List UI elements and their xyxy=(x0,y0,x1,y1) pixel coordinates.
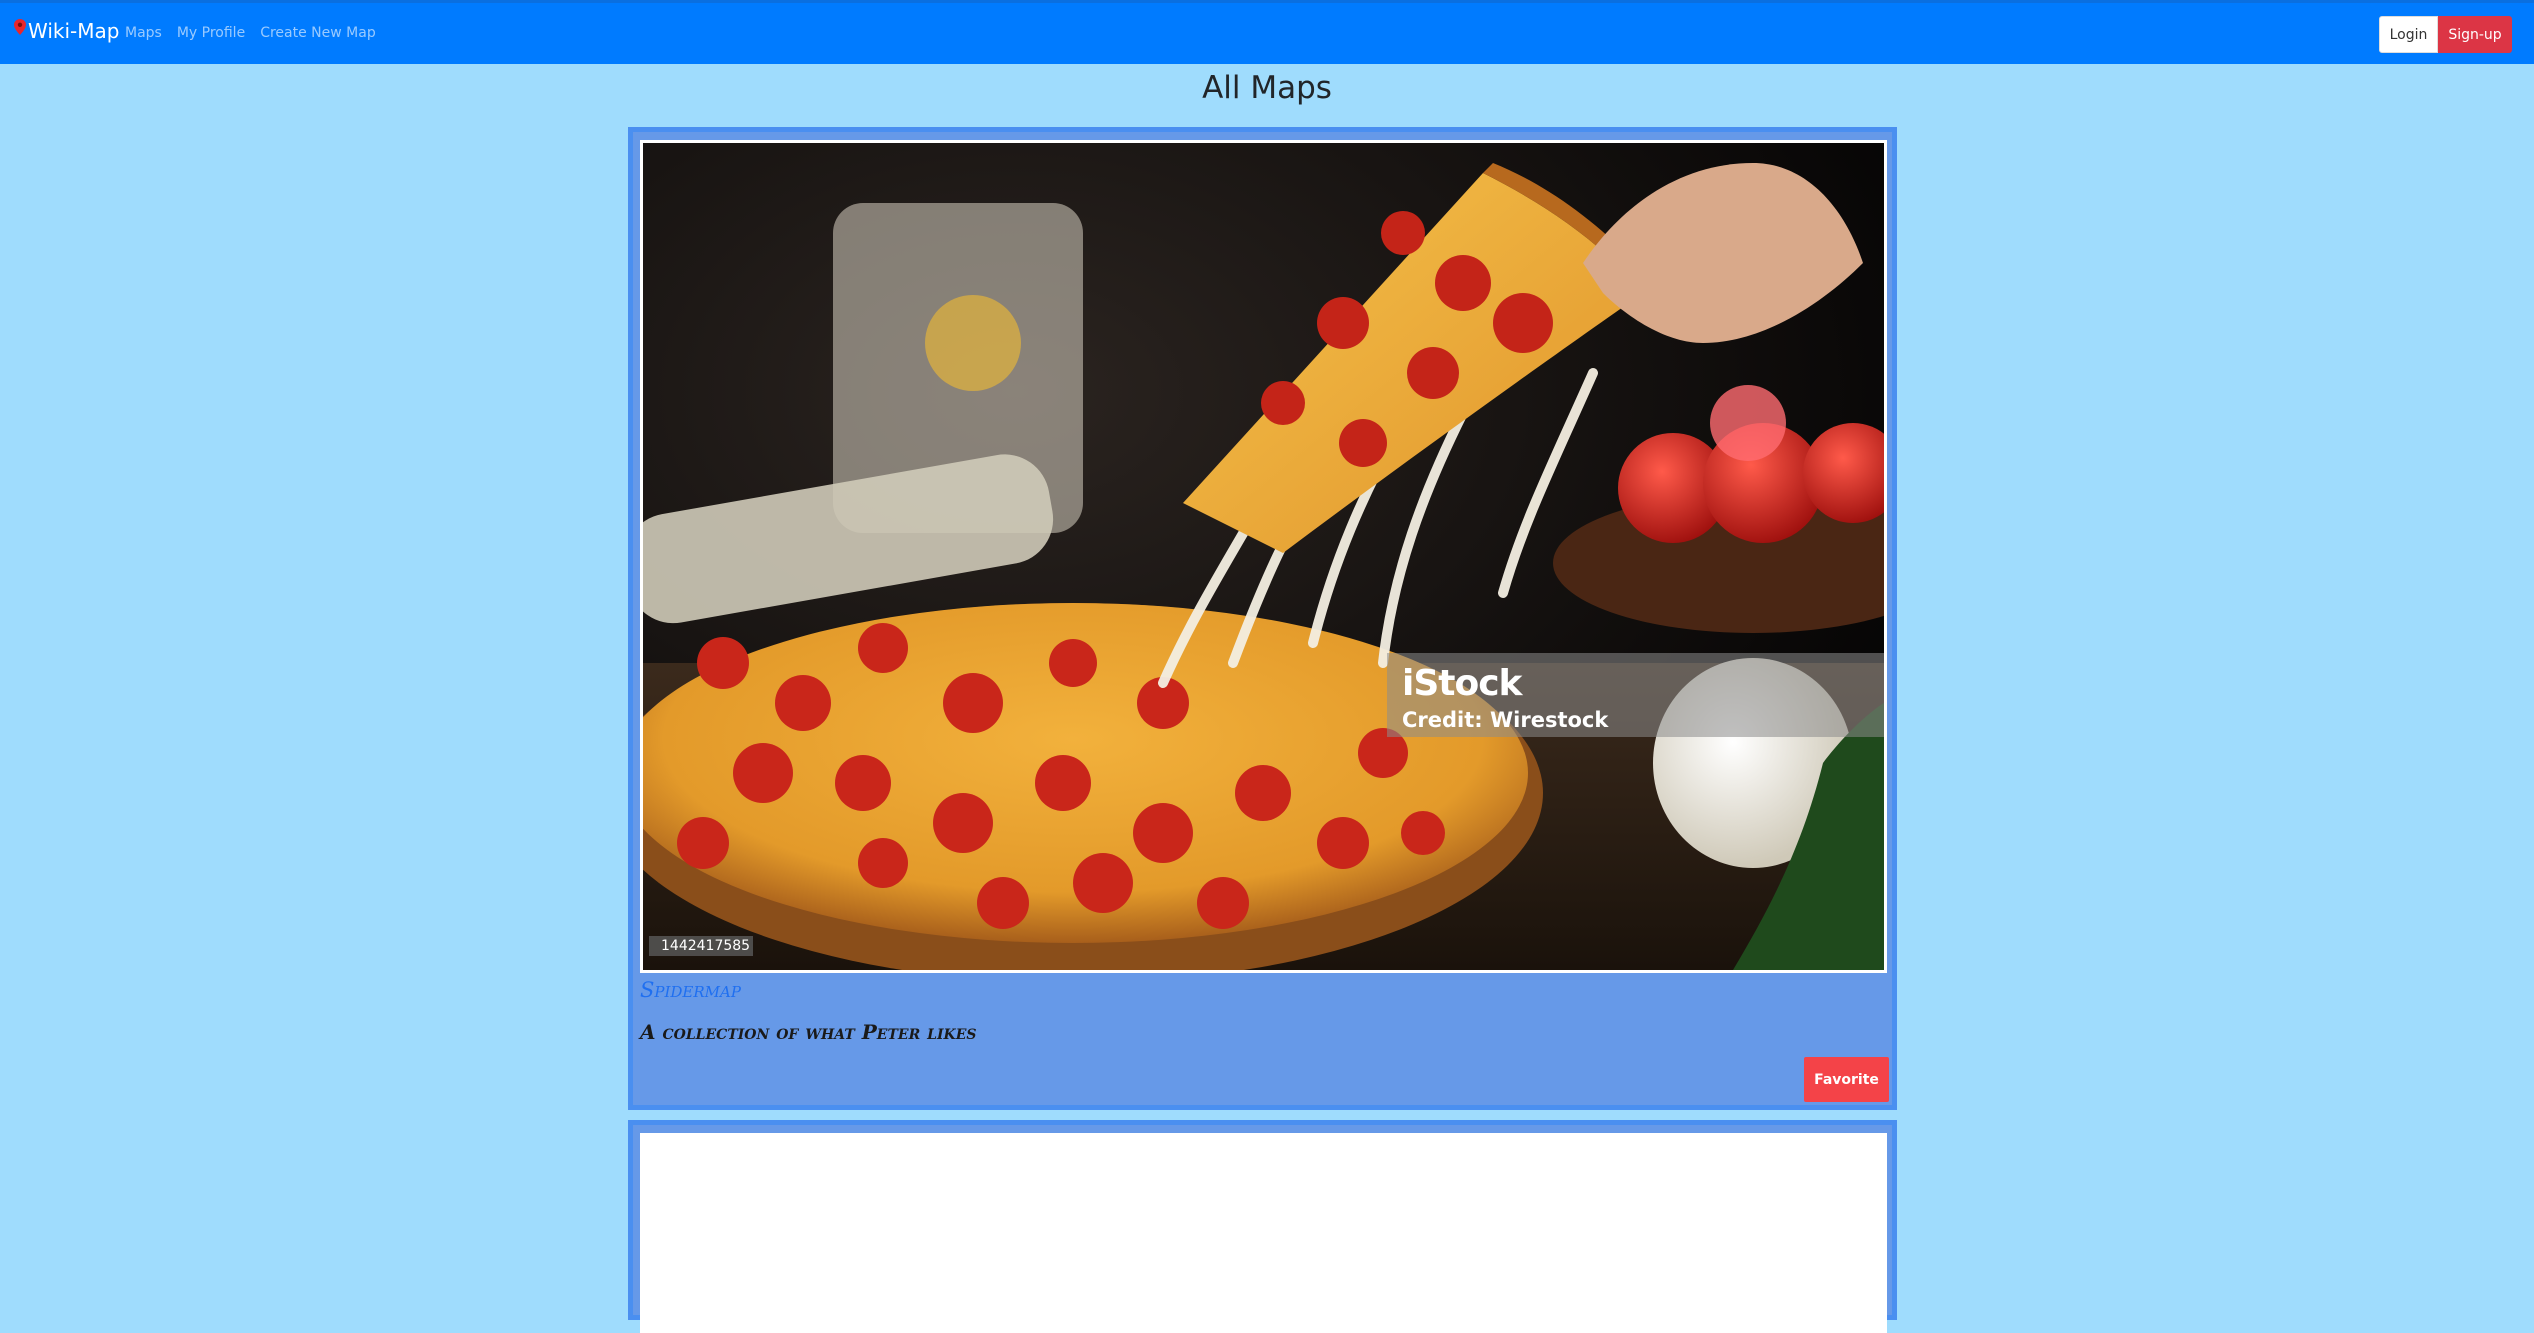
nav-link-my-profile[interactable]: My Profile xyxy=(177,25,245,41)
map-description: A collection of what Peter likes xyxy=(640,1020,977,1044)
istock-watermark: iStock xyxy=(1402,663,1522,704)
signup-button[interactable]: Sign-up xyxy=(2438,16,2512,53)
map-title-link[interactable]: Spidermap xyxy=(640,978,741,1002)
map-card: iStock Credit: Wirestock 1442417585 Spid… xyxy=(628,127,1897,1110)
stock-id-label: 1442417585 xyxy=(649,936,753,956)
brand-label: Wiki-Map xyxy=(28,19,120,43)
map-image-2[interactable] xyxy=(640,1133,1887,1333)
favorite-button[interactable]: Favorite xyxy=(1804,1057,1889,1102)
auth-buttons: Login Sign-up xyxy=(2379,16,2512,53)
brand-link[interactable]: Wiki-Map xyxy=(14,19,119,43)
map-pin-icon xyxy=(14,19,26,35)
map-image[interactable]: iStock Credit: Wirestock 1442417585 xyxy=(640,140,1887,973)
login-button[interactable]: Login xyxy=(2379,16,2438,53)
nav-link-create-new-map[interactable]: Create New Map xyxy=(260,25,376,41)
page-title: All Maps xyxy=(1202,70,1332,106)
image-credit: Credit: Wirestock xyxy=(1402,708,1609,732)
map-card-2 xyxy=(628,1120,1897,1333)
nav-link-maps[interactable]: Maps xyxy=(125,25,162,41)
pizza-photo xyxy=(643,143,1884,970)
navbar: Wiki-Map Maps My Profile Create New Map … xyxy=(0,0,2534,64)
nav-links: Maps My Profile Create New Map xyxy=(125,25,376,41)
